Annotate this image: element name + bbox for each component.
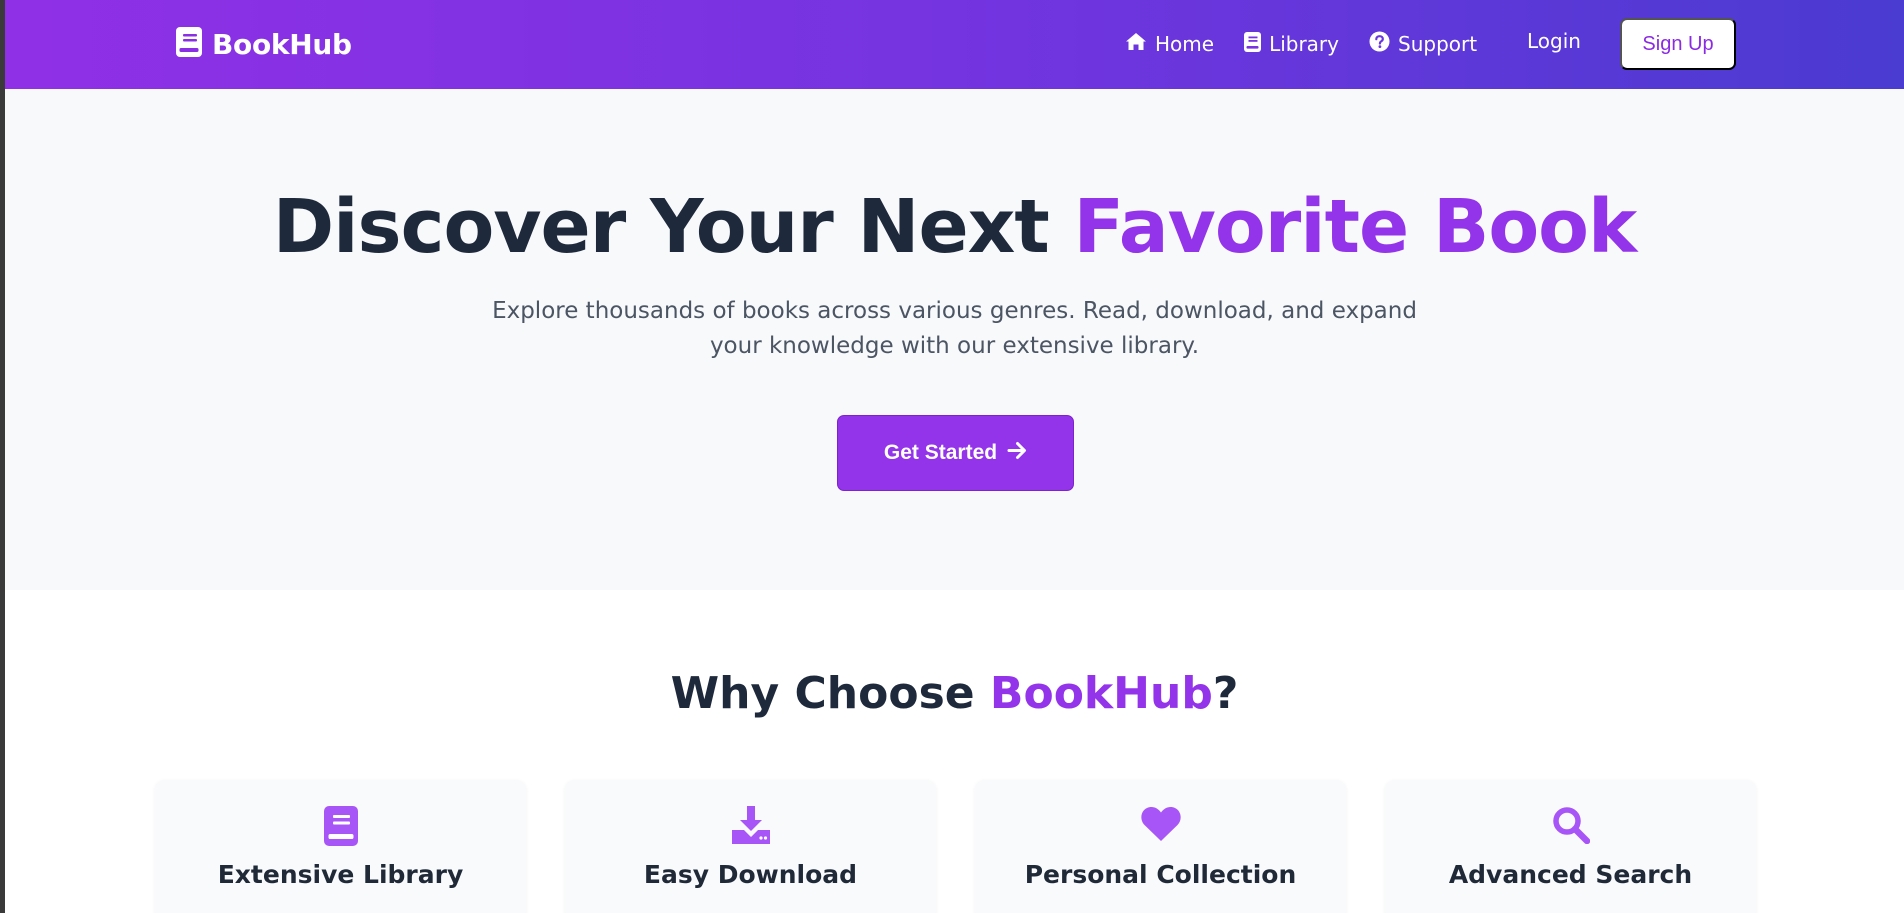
hero-title-accent: Favorite Book <box>1073 184 1638 270</box>
heart-icon <box>975 806 1346 842</box>
get-started-label: Get Started <box>883 441 998 464</box>
nav-support-label: Support <box>1398 32 1478 56</box>
arrow-right-icon <box>1007 441 1027 466</box>
signup-button[interactable]: Sign Up <box>1620 18 1736 70</box>
nav-home-label: Home <box>1155 32 1215 56</box>
search-icon <box>1385 806 1756 844</box>
get-started-button[interactable]: Get Started <box>837 415 1074 491</box>
home-icon <box>1125 32 1147 56</box>
page: BookHub Home Library Support Login Sign … <box>5 0 1904 913</box>
main-nav: Home Library Support <box>1125 27 1507 61</box>
features-section: Why Choose BookHub? Extensive Library Ea… <box>5 590 1904 913</box>
book-icon <box>1244 31 1262 57</box>
hero-section: Discover Your Next Favorite Book Explore… <box>5 89 1904 590</box>
feature-card-extensive-library: Extensive Library <box>155 780 526 913</box>
brand-name: BookHub <box>212 27 352 61</box>
question-circle-icon <box>1369 31 1390 57</box>
feature-card-title: Advanced Search <box>1448 860 1693 889</box>
feature-card-title: Extensive Library <box>217 860 464 889</box>
nav-library[interactable]: Library <box>1244 31 1339 57</box>
login-link[interactable]: Login <box>1527 29 1581 53</box>
download-icon <box>565 806 936 844</box>
nav-home[interactable]: Home <box>1125 32 1214 56</box>
book-icon <box>155 806 526 846</box>
feature-card-personal-collection: Personal Collection <box>975 780 1346 913</box>
feature-card-advanced-search: Advanced Search <box>1385 780 1756 913</box>
hero-title-plain: Discover Your Next <box>272 184 1074 270</box>
feature-card-title: Personal Collection <box>1024 860 1297 889</box>
hero-subtitle: Explore thousands of books across variou… <box>5 294 1904 364</box>
nav-library-label: Library <box>1269 32 1339 56</box>
feature-cards: Extensive Library Easy Download Personal… <box>155 780 1756 913</box>
book-icon <box>176 27 202 61</box>
feature-card-easy-download: Easy Download <box>565 780 936 913</box>
features-title: Why Choose BookHub? <box>5 668 1904 719</box>
nav-support[interactable]: Support <box>1369 31 1477 57</box>
features-title-suffix: ? <box>1212 668 1239 719</box>
features-title-accent: BookHub <box>989 668 1213 719</box>
brand-logo[interactable]: BookHub <box>176 25 352 63</box>
features-title-plain: Why Choose <box>670 668 990 719</box>
hero-subtitle-line1: Explore thousands of books across variou… <box>492 298 1417 324</box>
hero-title: Discover Your Next Favorite Book <box>5 184 1904 270</box>
top-navbar: BookHub Home Library Support Login Sign … <box>5 0 1904 89</box>
feature-card-title: Easy Download <box>643 860 858 889</box>
hero-subtitle-line2: your knowledge with our extensive librar… <box>709 333 1200 359</box>
